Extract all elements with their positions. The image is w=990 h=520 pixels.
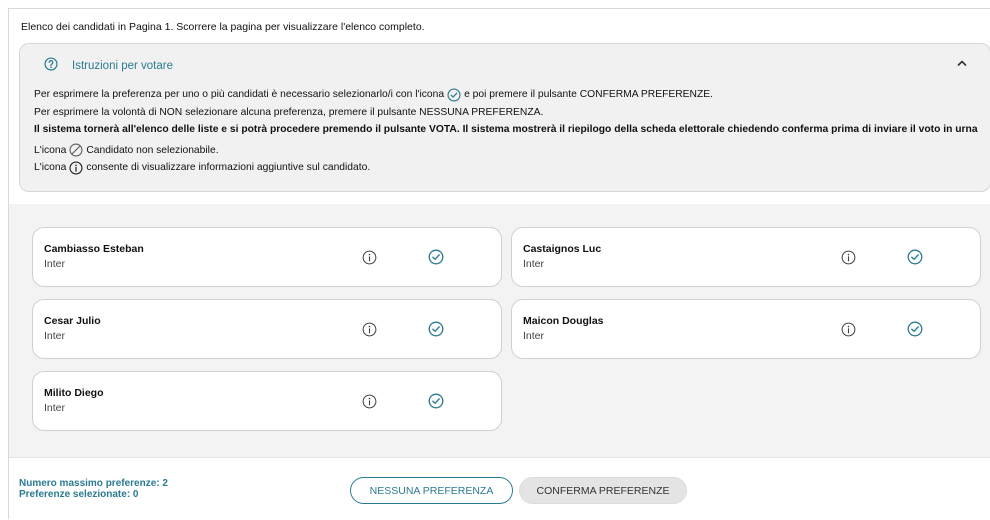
instructions-title: Istruzioni per votare: [72, 59, 173, 72]
candidate-card: Cesar Julio Inter: [32, 299, 502, 359]
selected-preferences: Preferenze selezionate: 0: [19, 489, 139, 500]
candidate-card: Milito Diego Inter: [32, 371, 502, 431]
info-icon[interactable]: [841, 250, 856, 268]
check-circle-icon[interactable]: [907, 321, 923, 340]
candidate-party: Inter: [44, 402, 66, 414]
instructions-body: Per esprimere la preferenza per uno o pi…: [34, 86, 978, 177]
help-circle-icon: [44, 57, 58, 74]
info-icon[interactable]: [841, 322, 856, 340]
check-circle-icon[interactable]: [428, 321, 444, 340]
instructions-header[interactable]: Istruzioni per votare: [44, 57, 173, 74]
candidate-party: Inter: [44, 258, 66, 270]
candidate-party: Inter: [523, 258, 545, 270]
instructions-line-5: L'icona consente di visualizzare informa…: [34, 161, 371, 175]
candidate-party: Inter: [44, 330, 66, 342]
instructions-line-4: L'icona Candidato non selezionabile.: [34, 143, 219, 157]
check-circle-icon: [447, 88, 461, 102]
info-icon[interactable]: [362, 250, 377, 268]
candidate-party: Inter: [523, 330, 545, 342]
check-circle-icon[interactable]: [907, 249, 923, 268]
no-preference-button[interactable]: NESSUNA PREFERENZA: [350, 477, 513, 504]
instructions-panel: Istruzioni per votare Per esprimere la p…: [19, 43, 990, 192]
instructions-line-3: Il sistema tornerà all'elenco delle list…: [34, 124, 978, 135]
instructions-line-1: Per esprimere la preferenza per uno o pi…: [34, 88, 713, 102]
confirm-preferences-button[interactable]: CONFERMA PREFERENZE: [519, 477, 687, 504]
voting-frame: Elenco dei candidati in Pagina 1. Scorre…: [8, 8, 990, 520]
footer-bar: Numero massimo preferenze: 2 Preferenze …: [9, 457, 990, 520]
candidate-card: Castaignos Luc Inter: [511, 227, 981, 287]
candidate-card: Maicon Douglas Inter: [511, 299, 981, 359]
info-icon[interactable]: [362, 322, 377, 340]
preference-counts: Numero massimo preferenze: 2 Preferenze …: [19, 478, 168, 500]
candidate-card: Cambiasso Esteban Inter: [32, 227, 502, 287]
check-circle-icon[interactable]: [428, 393, 444, 412]
info-icon[interactable]: [362, 394, 377, 412]
candidate-list: Cambiasso Esteban Inter Castaignos Luc I…: [9, 204, 990, 457]
candidate-name: Maicon Douglas: [523, 315, 604, 327]
instructions-line-2: Per esprimere la volontà di NON selezion…: [34, 106, 544, 118]
candidate-name: Castaignos Luc: [523, 243, 602, 255]
candidate-name: Milito Diego: [44, 387, 104, 399]
check-circle-icon[interactable]: [428, 249, 444, 268]
candidate-name: Cambiasso Esteban: [44, 243, 144, 255]
max-preferences: Numero massimo preferenze: 2: [19, 478, 168, 489]
info-icon: [69, 161, 83, 175]
chevron-up-icon[interactable]: [956, 58, 968, 71]
not-allowed-icon: [69, 143, 83, 157]
page-note: Elenco dei candidati in Pagina 1. Scorre…: [21, 21, 425, 33]
candidate-name: Cesar Julio: [44, 315, 101, 327]
